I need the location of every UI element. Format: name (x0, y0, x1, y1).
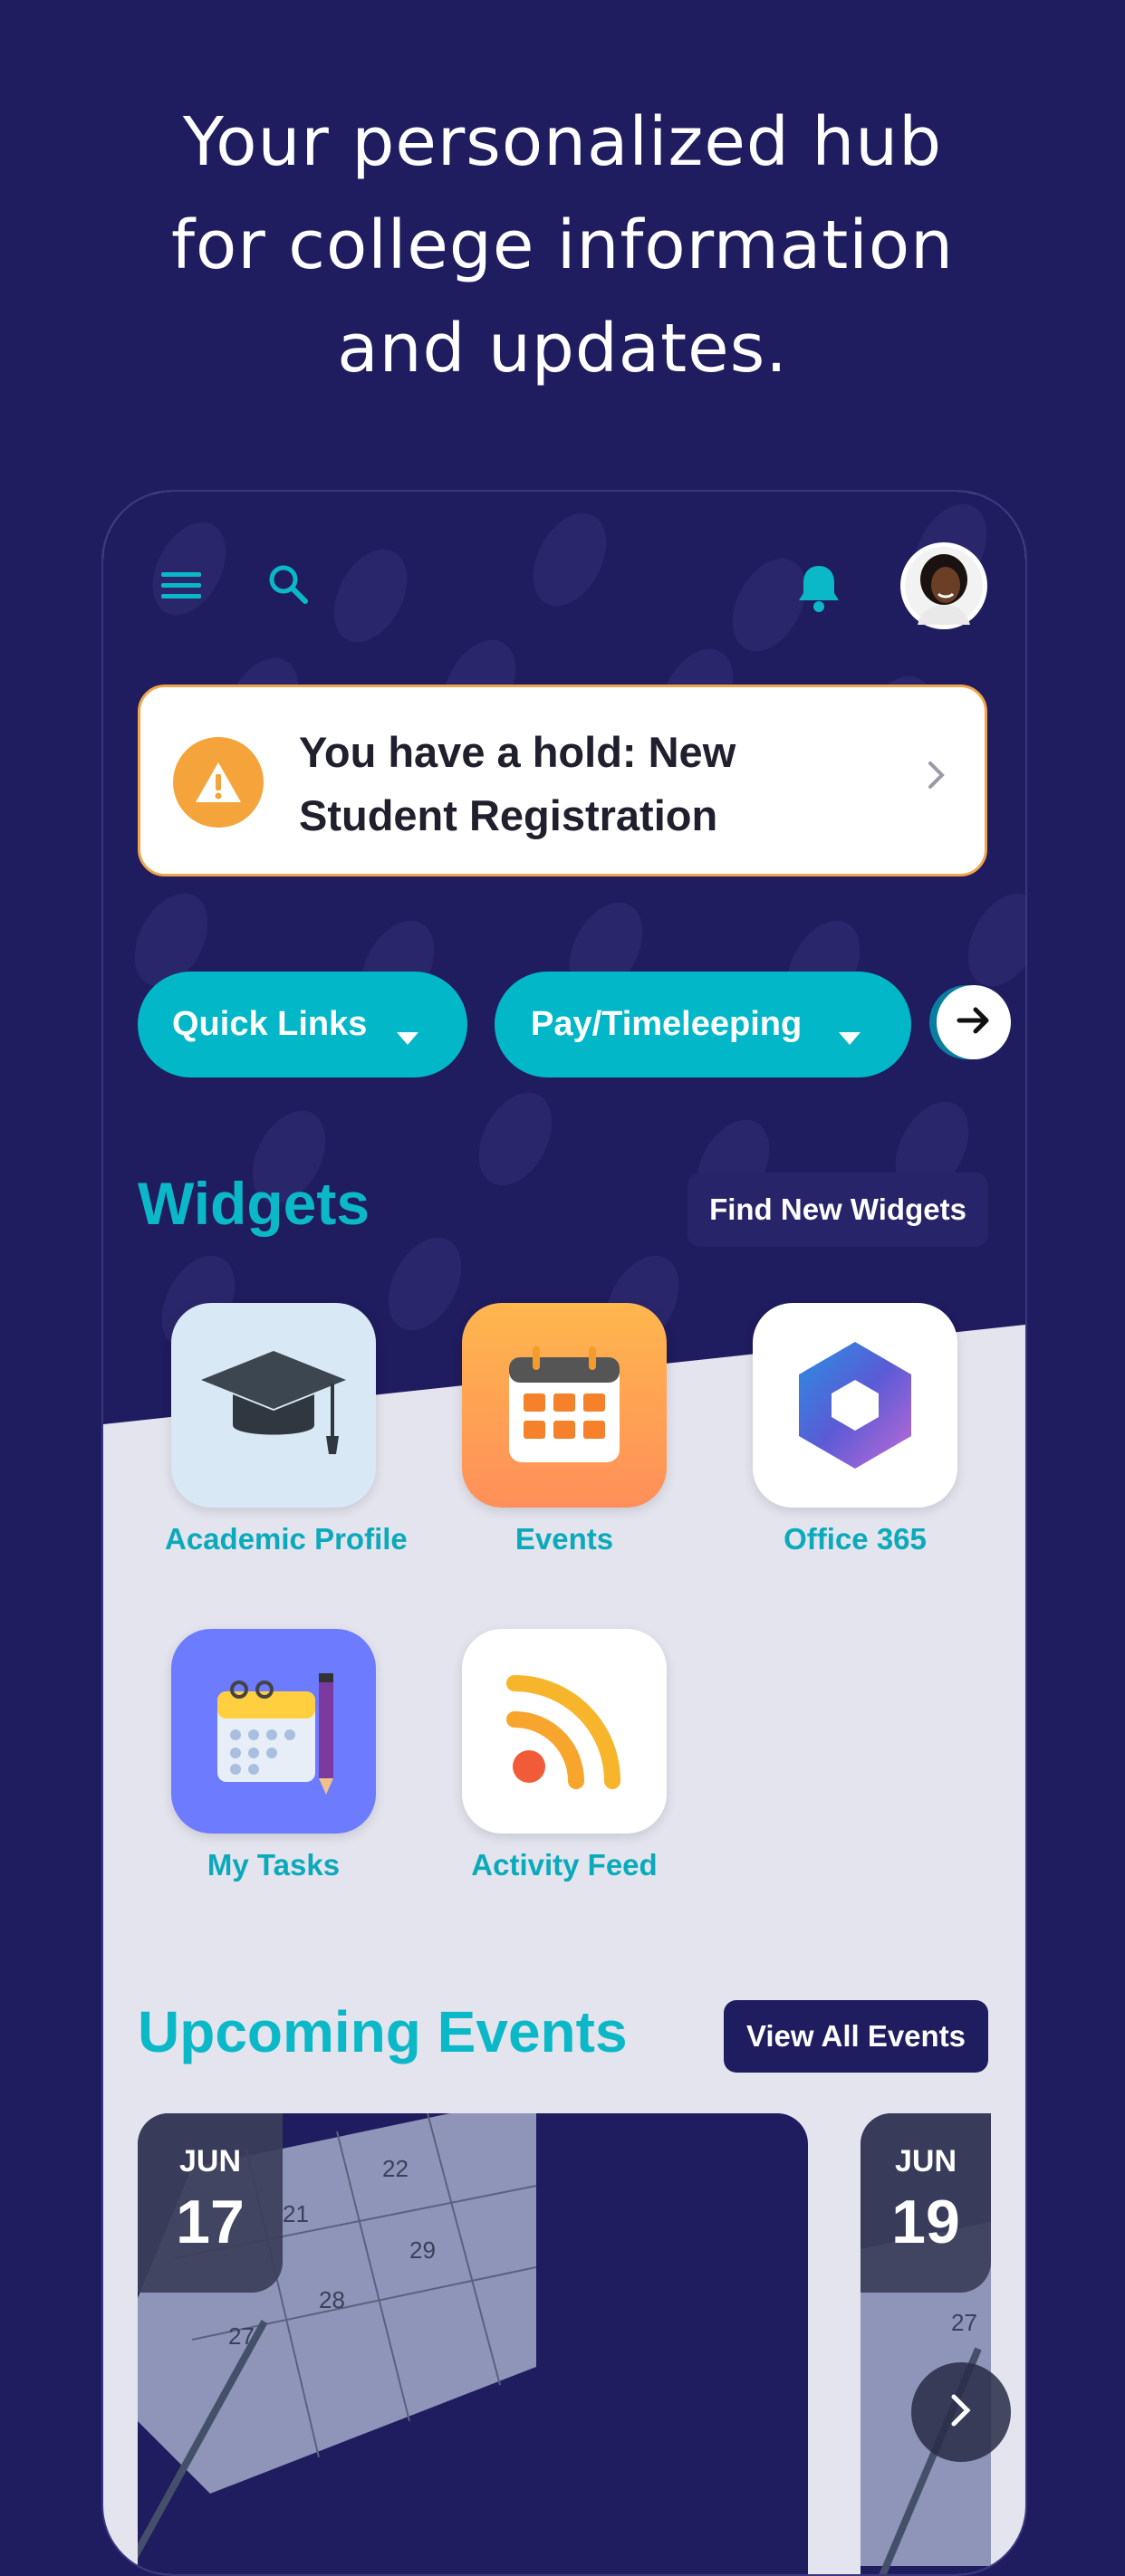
pills-scroll-next-button[interactable] (937, 985, 1011, 1059)
svg-text:29: 29 (409, 2236, 436, 2264)
caret-down-icon (395, 1017, 420, 1056)
widget-activity-feed[interactable]: Activity Feed (456, 1629, 673, 1882)
hold-alert-text: You have a hold: New Student Registratio… (299, 721, 806, 847)
calendar-icon (462, 1303, 667, 1508)
event-date-badge: JUN 19 (861, 2113, 991, 2293)
svg-text:28: 28 (319, 2286, 345, 2313)
widget-label: Office 365 (784, 1522, 927, 1556)
widget-my-tasks[interactable]: My Tasks (165, 1629, 382, 1882)
quick-links-label: Quick Links (172, 1005, 368, 1043)
svg-text:27: 27 (951, 2309, 977, 2336)
headline-line-1: Your personalized hub (182, 103, 943, 181)
hold-alert-line-2: Student Registration (299, 791, 718, 839)
graduation-cap-icon (171, 1303, 376, 1508)
search-icon[interactable] (266, 562, 310, 610)
tasks-icon (171, 1629, 376, 1834)
office-365-icon (753, 1303, 957, 1508)
hold-alert-card[interactable]: You have a hold: New Student Registratio… (138, 685, 987, 876)
widget-label: Activity Feed (471, 1848, 658, 1882)
hold-alert-line-1: You have a hold: New (299, 728, 736, 776)
widget-events[interactable]: Events (456, 1303, 673, 1556)
svg-text:22: 22 (382, 2155, 409, 2182)
headline-line-2: for college information (171, 206, 954, 284)
arrow-right-icon (956, 1004, 992, 1041)
widgets-title: Widgets (138, 1170, 370, 1237)
pay-timekeeping-label: Pay/Timeleeping (531, 1005, 803, 1043)
event-month: JUN (178, 2144, 242, 2179)
widget-label: Academic Profile (165, 1522, 408, 1556)
widget-academic-profile[interactable]: Academic Profile (165, 1303, 408, 1556)
headline: Your personalized hub for college inform… (0, 91, 1125, 400)
widget-label: Events (514, 1522, 614, 1556)
warning-icon (173, 737, 264, 828)
chevron-right-icon (949, 2392, 973, 2433)
widget-label: My Tasks (207, 1848, 341, 1882)
events-scroll-next-button[interactable] (911, 2362, 1011, 2462)
event-date-badge: JUN 17 (138, 2113, 283, 2293)
hamburger-menu-icon[interactable] (159, 570, 203, 607)
view-all-events-button[interactable]: View All Events (724, 2000, 988, 2073)
event-day: 19 (891, 2188, 960, 2256)
event-card[interactable]: 22 21 29 28 27 JUN 17 (138, 2113, 808, 2574)
quick-links-dropdown[interactable]: Quick Links (138, 972, 467, 1077)
widget-office-365[interactable]: Office 365 (746, 1303, 964, 1556)
event-card[interactable]: 27 JUN 19 (861, 2113, 991, 2574)
svg-text:21: 21 (283, 2200, 309, 2227)
pay-timekeeping-dropdown[interactable]: Pay/Timeleeping (495, 972, 911, 1077)
caret-down-icon (837, 1017, 862, 1056)
user-avatar[interactable] (900, 542, 987, 629)
bell-icon[interactable] (795, 562, 842, 618)
headline-line-3: and updates. (337, 310, 788, 388)
rss-feed-icon (462, 1629, 667, 1834)
upcoming-events-title: Upcoming Events (138, 1999, 628, 2064)
event-month: JUN (894, 2144, 957, 2179)
event-day: 17 (176, 2188, 245, 2256)
find-new-widgets-button[interactable]: Find New Widgets (688, 1173, 988, 1247)
chevron-right-icon (927, 760, 947, 795)
phone-frame: You have a hold: New Student Registratio… (101, 490, 1027, 2576)
